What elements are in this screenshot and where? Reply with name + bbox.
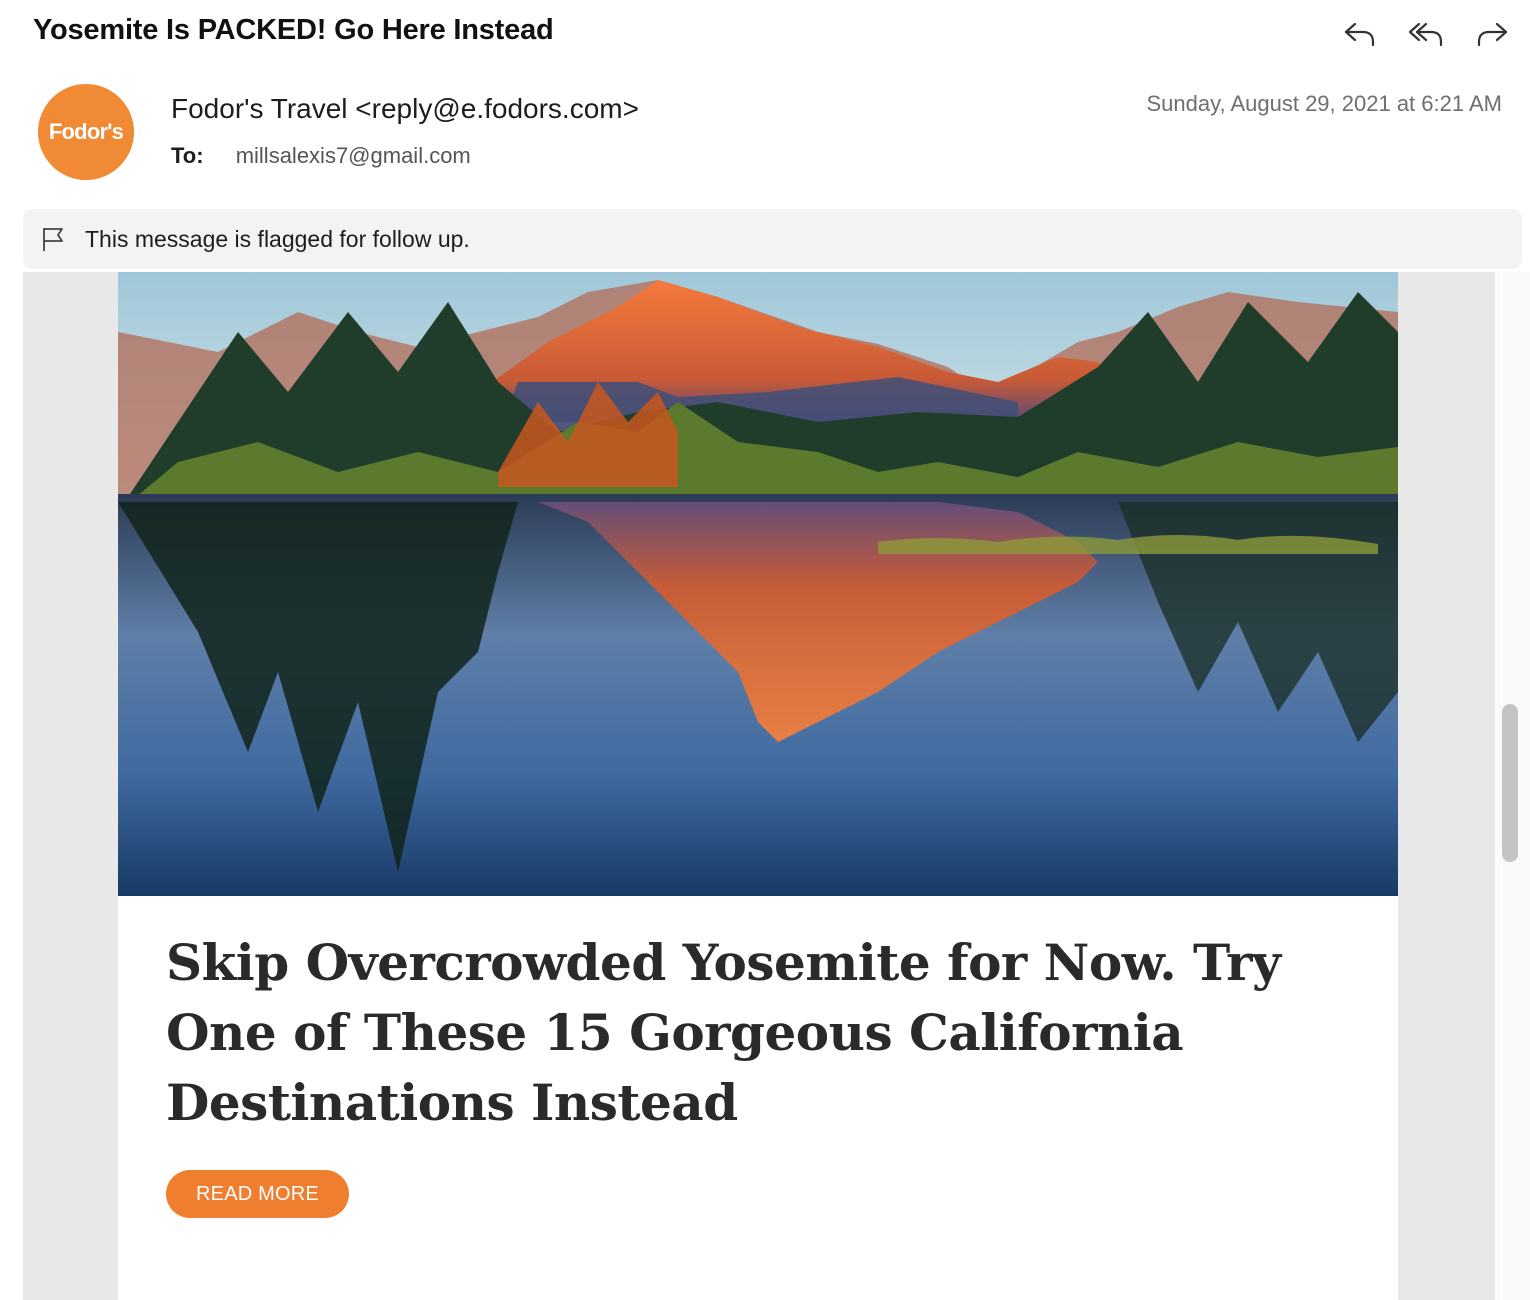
sent-date: Sunday, August 29, 2021 at 6:21 AM (1146, 91, 1502, 116)
fodors-logo: Fodor's (48, 119, 124, 144)
forward-button[interactable] (1474, 16, 1510, 52)
flag-banner: This message is flagged for follow up. (23, 209, 1522, 269)
sender-avatar: Fodor's (38, 84, 134, 180)
forward-icon (1477, 22, 1508, 47)
sender[interactable]: Fodor's Travel <reply@e.fodors.com> (171, 93, 639, 125)
scrollbar-thumb[interactable] (1502, 704, 1518, 862)
newsletter-card: Skip Overcrowded Yosemite for Now. Try O… (118, 272, 1398, 1300)
email-subject: Yosemite Is PACKED! Go Here Instead (33, 14, 554, 46)
article-headline[interactable]: Skip Overcrowded Yosemite for Now. Try O… (166, 928, 1346, 1138)
read-more-button[interactable]: READ MORE (166, 1170, 349, 1218)
message-actions (1342, 16, 1510, 52)
reply-icon (1344, 22, 1375, 47)
to-label: To: (171, 143, 204, 168)
flag-icon (41, 226, 67, 252)
flag-notice: This message is flagged for follow up. (85, 225, 470, 252)
reply-button[interactable] (1342, 16, 1378, 52)
reply-all-button[interactable] (1408, 16, 1444, 52)
recipient-address[interactable]: millsalexis7@gmail.com (236, 143, 471, 168)
message-body: Skip Overcrowded Yosemite for Now. Try O… (23, 272, 1495, 1300)
hero-image[interactable] (118, 272, 1398, 896)
reply-all-icon (1408, 22, 1443, 47)
recipient-row: To: millsalexis7@gmail.com (171, 143, 471, 169)
